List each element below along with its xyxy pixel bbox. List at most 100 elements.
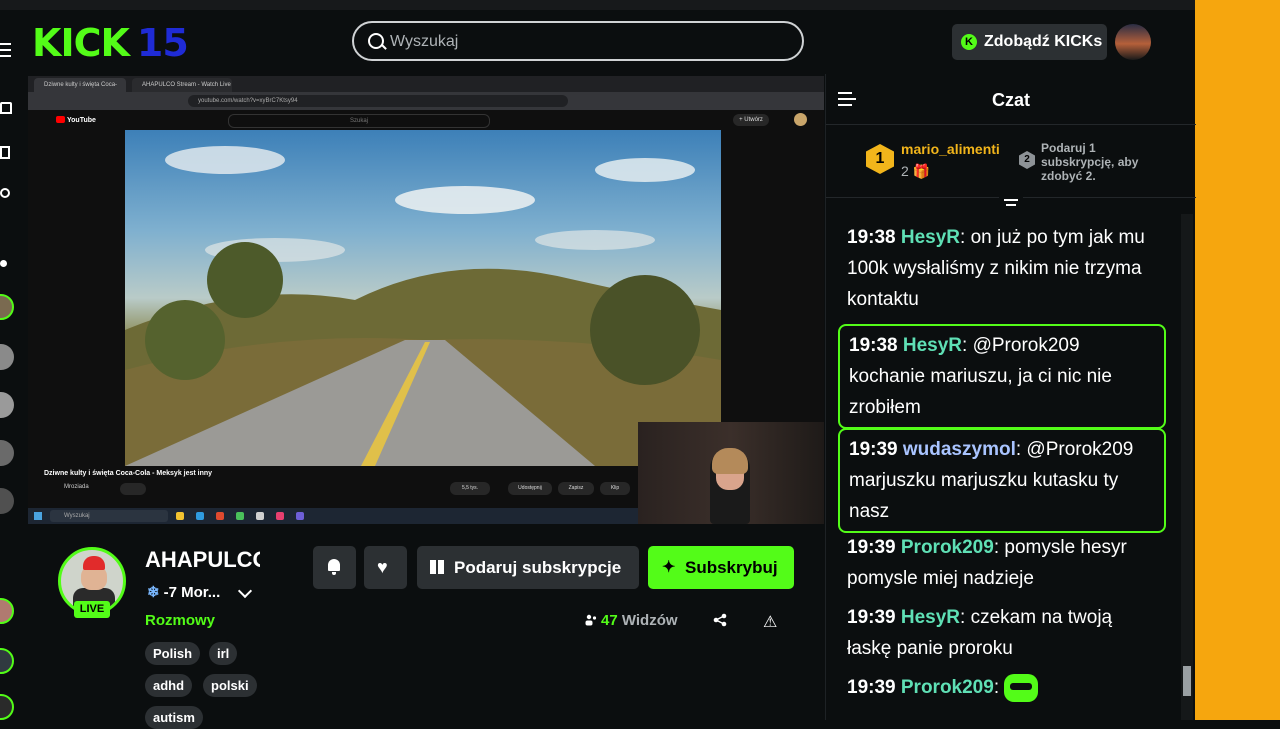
taskbar-app-icon [236, 512, 244, 520]
chat-username[interactable]: HesyR [901, 607, 960, 628]
top-gifter-count: 2 🎁 [901, 163, 930, 180]
chat-separator: : [960, 607, 971, 628]
chat-timestamp: 19:38 [849, 335, 903, 356]
share-icon[interactable] [713, 613, 727, 631]
sparkle-icon: ✦ [662, 559, 676, 576]
taskbar-app-icon [276, 512, 284, 520]
chat-timestamp: 19:39 [847, 677, 901, 698]
browser-top-strip [0, 0, 1195, 10]
discover-icon[interactable] [0, 188, 10, 198]
youtube-logo: YouTube [56, 116, 96, 124]
kick-logo[interactable]: KICK 15 [32, 21, 189, 65]
sidebar-channel-avatar[interactable] [0, 598, 14, 624]
rank-1-badge: 1 [866, 144, 894, 174]
chat-username[interactable]: Prorok209 [901, 677, 994, 698]
chat-username[interactable]: HesyR [901, 227, 960, 248]
taskbar-app-icon [176, 512, 184, 520]
chat-message: 19:38 HesyR: on już po tym jak mu 100k w… [838, 222, 1166, 315]
youtube-avatar [794, 113, 807, 126]
youtube-share: Udostępnij [508, 482, 552, 495]
next-rank-hint: Podaruj 1 subskrypcję, aby zdobyć 2. [1041, 141, 1139, 183]
top-header: KICK 15 Wyszukaj K Zdobądź KICKs [0, 10, 1195, 74]
stream-browser-tab: Dziwne kulty i święta Coca-Cola ... [34, 78, 126, 102]
streamer-hair [712, 448, 748, 474]
snowflake-icon: ❄ [147, 584, 160, 601]
youtube-like: 5,5 tys. [450, 482, 490, 495]
chat-message: 19:39 Prorok209: [838, 672, 1166, 703]
chat-scrollbar[interactable] [1181, 214, 1193, 720]
search-placeholder: Wyszukaj [390, 33, 459, 50]
sidebar-channel-avatar[interactable] [0, 344, 14, 370]
youtube-create: + Utwórz [733, 114, 769, 126]
notify-button[interactable] [313, 546, 356, 589]
sidebar-channel-avatar[interactable] [0, 648, 14, 674]
expand-leaderboard-icon[interactable] [999, 196, 1023, 212]
stream-url: youtube.com/watch?v=xyBrC7Ktsy94 [188, 95, 568, 107]
search-icon [368, 33, 384, 49]
gift-icon: 🎁 [912, 163, 931, 179]
video-player[interactable]: Dziwne kulty i święta Coca-Cola ... AHAP… [28, 76, 824, 524]
stream-title-text: -7 Mor... [163, 584, 221, 601]
streamer-name[interactable]: AHAPULCO [145, 547, 260, 573]
chat-timestamp: 19:39 [847, 537, 901, 558]
stream-browser-tab: AHAPULCO Stream - Watch Live on ... [132, 78, 232, 102]
sidebar-channel-avatar[interactable] [0, 294, 14, 320]
sidebar-channel-avatar[interactable] [0, 694, 14, 720]
chat-username[interactable]: Prorok209 [901, 537, 994, 558]
user-avatar[interactable] [1115, 24, 1151, 60]
stream-title: ❄ -7 Mor... [147, 583, 220, 601]
chat-separator: : [993, 677, 1005, 698]
stream-tag[interactable]: adhd [145, 674, 193, 697]
viewers-icon [585, 614, 597, 626]
landscape-illustration [125, 146, 721, 466]
taskbar-app-icon [256, 512, 264, 520]
heart-icon: ♥ [377, 557, 388, 577]
sidebar-channel-avatar[interactable] [0, 440, 14, 466]
chat-separator: : [1015, 439, 1027, 460]
follow-button[interactable]: ♥ [364, 546, 407, 589]
following-icon[interactable] [0, 260, 7, 267]
logo-badge: 15 [136, 21, 189, 65]
stream-tag[interactable]: autism [145, 706, 203, 729]
chat-separator: : [962, 335, 973, 356]
get-kicks-button[interactable]: K Zdobądź KICKs [952, 24, 1107, 60]
sidebar-channel-avatar[interactable] [0, 488, 14, 514]
taskbar-search: Wyszukaj [50, 510, 168, 522]
browse-icon[interactable] [0, 146, 10, 159]
youtube-header: YouTube Szukaj + Utwórz [28, 110, 824, 130]
viewer-number: 47 [601, 612, 618, 629]
chat-scrollbar-thumb[interactable] [1183, 666, 1191, 696]
youtube-clip: Klip [600, 482, 630, 495]
report-icon[interactable]: ⚠ [763, 612, 777, 632]
chat-message: 19:38 HesyR: @Prorok209 kochanie mariusz… [838, 324, 1166, 429]
chat-panel: Czat 1 mario_alimenti 2 🎁 2 Podaruj 1 su… [825, 74, 1196, 720]
stream-tag[interactable]: polski [203, 674, 257, 697]
chat-title: Czat [991, 90, 1030, 110]
gift-subscription-label: Podaruj subskrypcje [454, 558, 622, 577]
chat-message: 19:39 HesyR: czekam na twoją łaskę panie… [838, 602, 1166, 664]
stream-tag[interactable]: irl [209, 642, 238, 665]
share-glyph [713, 613, 727, 627]
chat-username[interactable]: wudaszymol [903, 439, 1016, 460]
chat-username[interactable]: HesyR [903, 335, 962, 356]
chat-separator: : [993, 537, 1005, 558]
home-icon[interactable] [0, 102, 12, 114]
live-badge: LIVE [74, 601, 110, 618]
search-input[interactable]: Wyszukaj [352, 21, 804, 61]
chat-header: Czat [826, 74, 1196, 125]
menu-icon[interactable] [0, 43, 11, 57]
gift-subscription-button[interactable]: Podaruj subskrypcje [417, 546, 639, 589]
video-scene-road [125, 130, 721, 466]
chat-timestamp: 19:38 [847, 227, 901, 248]
chevron-down-icon[interactable] [237, 583, 253, 599]
sidebar-channel-avatar[interactable] [0, 392, 14, 418]
viewer-label: Widzów [621, 612, 678, 629]
youtube-bell-icon [120, 483, 146, 495]
subscribe-button[interactable]: ✦ Subskrybuj [648, 546, 794, 589]
rank-2-badge: 2 [1019, 151, 1035, 169]
stream-tag[interactable]: Polish [145, 642, 201, 665]
stream-category[interactable]: Rozmowy [145, 612, 215, 629]
top-gifter-name[interactable]: mario_alimenti [901, 141, 1000, 157]
kicks-icon: K [961, 34, 977, 50]
windows-icon [34, 512, 42, 520]
